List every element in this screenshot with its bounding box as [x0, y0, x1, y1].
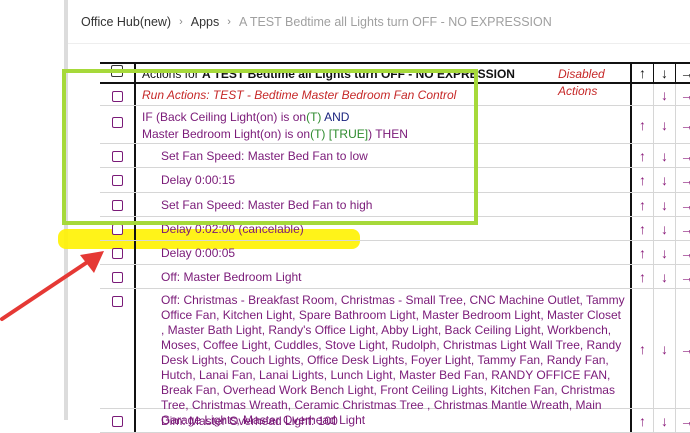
arrow-down-icon[interactable]: ↓ — [654, 144, 676, 167]
row-checkbox[interactable] — [111, 224, 123, 235]
arrow-right-icon[interactable]: → — [676, 84, 690, 105]
arrow-right-icon[interactable]: → — [676, 168, 690, 192]
action-text[interactable]: Dim: Master Overhead Light: 100 — [136, 409, 632, 432]
arrow-up-icon[interactable] — [632, 84, 654, 105]
arrow-up-icon[interactable]: ↑ — [632, 265, 654, 288]
arrow-down-icon[interactable]: ↓ — [654, 217, 676, 240]
arrow-up-icon[interactable]: ↑ — [632, 106, 654, 143]
arrow-right-icon[interactable]: → — [676, 265, 690, 288]
left-gutter — [0, 0, 64, 420]
table-row: Dim: Master Overhead Light: 100 ↑ ↓ → — [100, 409, 690, 433]
arrow-up-icon[interactable]: ↑ — [632, 409, 654, 432]
row-checkbox[interactable] — [111, 248, 123, 259]
arrow-up-icon[interactable]: ↑ — [632, 168, 654, 192]
row-check-cell — [100, 409, 136, 432]
annotation-arrow — [0, 251, 104, 321]
arrow-up-icon[interactable]: ↑ — [632, 241, 654, 264]
arrow-right-icon[interactable]: → — [676, 289, 690, 408]
table-row: Off: Master Bedroom Light ↑ ↓ → — [100, 265, 690, 289]
arrow-down-icon[interactable]: ↓ — [654, 289, 676, 408]
action-text[interactable]: Delay 0:00:05 — [136, 241, 632, 264]
action-text[interactable]: Off: Master Bedroom Light — [136, 265, 632, 288]
arrow-down-icon[interactable]: ↓ — [654, 265, 676, 288]
arrow-down-icon[interactable]: ↓ — [654, 241, 676, 264]
arrow-down-icon[interactable]: ↓ — [654, 193, 676, 216]
arrow-right-icon: → — [680, 65, 690, 81]
breadcrumb-home[interactable]: Office Hub(new) — [81, 15, 171, 29]
arrow-right-icon[interactable]: → — [676, 106, 690, 143]
row-checkbox[interactable] — [111, 272, 123, 283]
arrow-down-icon[interactable]: ↓ — [654, 106, 676, 143]
row-checkbox[interactable] — [111, 296, 123, 307]
arrow-up-icon[interactable]: ↑ — [632, 217, 654, 240]
arrow-right-icon[interactable]: → — [676, 217, 690, 240]
arrow-down-icon[interactable]: ↓ — [654, 409, 676, 432]
table-row: Off: Christmas - Breakfast Room, Christm… — [100, 289, 690, 427]
arrow-right-icon[interactable]: → — [676, 193, 690, 216]
arrow-right-icon[interactable]: → — [676, 409, 690, 432]
arrow-right-icon[interactable]: → — [676, 144, 690, 167]
breadcrumb: Office Hub(new) › Apps › A TEST Bedtime … — [68, 0, 690, 44]
breadcrumb-apps[interactable]: Apps — [191, 15, 220, 29]
annotation-box — [62, 69, 478, 225]
table-row: Delay 0:00:05 ↑ ↓ → — [100, 241, 690, 265]
breadcrumb-current: A TEST Bedtime all Lights turn OFF - NO … — [238, 14, 552, 29]
arrow-down-icon[interactable]: ↓ — [654, 84, 676, 105]
arrow-up-icon[interactable]: ↑ — [632, 144, 654, 167]
arrow-down-icon: ↓ — [654, 64, 676, 82]
chevron-right-icon: › — [227, 15, 231, 28]
arrow-up-icon[interactable]: ↑ — [632, 193, 654, 216]
action-text[interactable]: Off: Christmas - Breakfast Room, Christm… — [136, 289, 632, 427]
arrow-up-icon[interactable]: ↑ — [632, 289, 654, 408]
arrow-up-icon: ↑ — [632, 64, 654, 82]
chevron-right-icon: › — [179, 15, 183, 28]
arrow-down-icon[interactable]: ↓ — [654, 168, 676, 192]
arrow-right-icon[interactable]: → — [676, 241, 690, 264]
row-checkbox[interactable] — [111, 416, 123, 427]
